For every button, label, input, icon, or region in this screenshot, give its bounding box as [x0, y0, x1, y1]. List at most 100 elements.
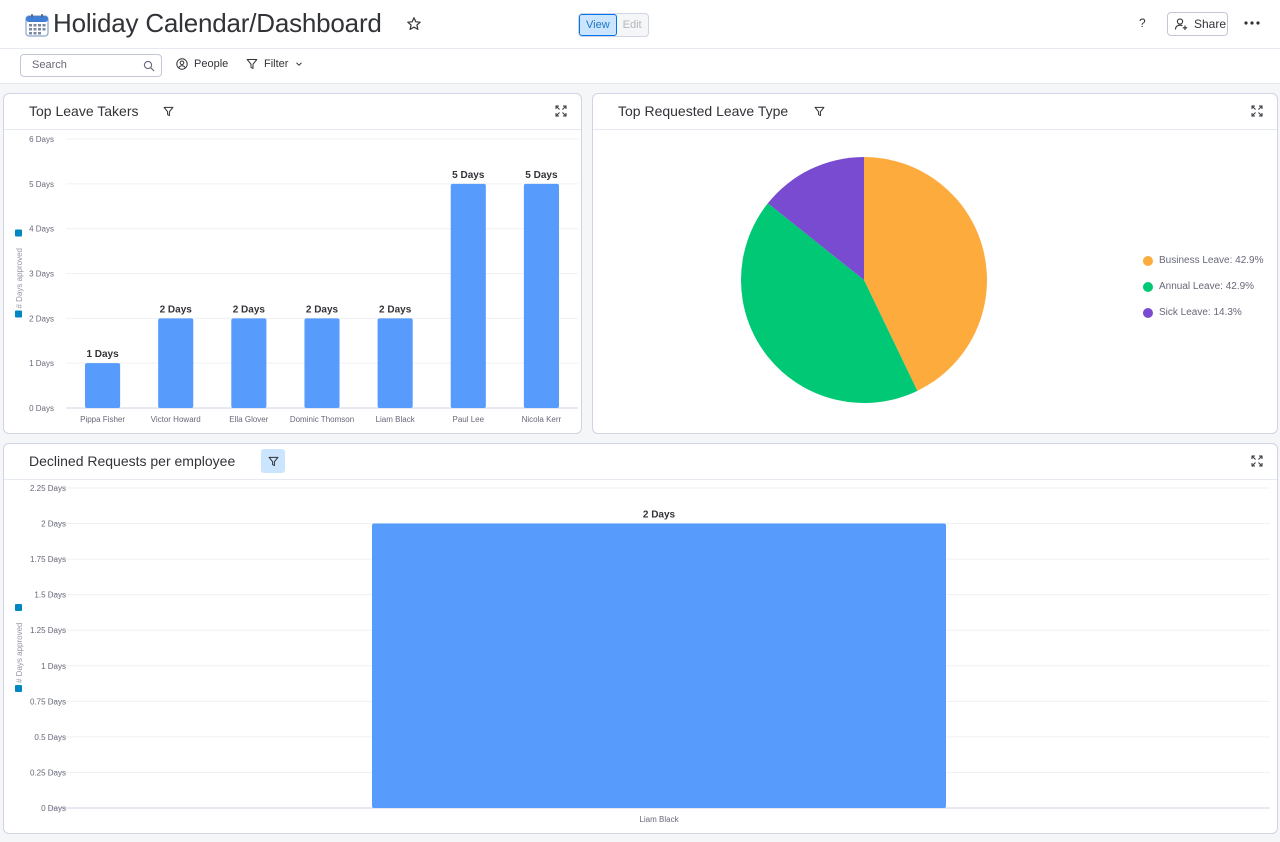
- widget-header: Top Leave Takers: [4, 94, 581, 130]
- legend-swatch: [1143, 255, 1153, 266]
- legend-item[interactable]: Annual Leave: 42.9%: [1143, 281, 1254, 292]
- widget-filter-button[interactable]: [810, 102, 828, 120]
- filter-label: Filter: [264, 58, 289, 70]
- bar-data-label: 1 Days: [86, 349, 119, 360]
- y-tick-label: 5 Days: [29, 180, 54, 189]
- bar: [158, 318, 194, 408]
- widget-header: Top Requested Leave Type: [593, 94, 1277, 130]
- help-button[interactable]: ?: [1139, 16, 1146, 30]
- y-tick-label: 2 Days: [29, 314, 54, 323]
- x-category-label: Liam Black: [639, 815, 679, 824]
- bar: [85, 363, 121, 408]
- board-toolbar: People Filter: [0, 49, 1280, 84]
- bar-data-label: 2 Days: [160, 304, 193, 315]
- x-category-label: Pippa Fisher: [80, 415, 125, 424]
- x-category-label: Paul Lee: [452, 415, 484, 424]
- x-category-label: Dominic Thomson: [290, 415, 354, 424]
- mirror-column-icon: [15, 229, 22, 237]
- search-icon[interactable]: [143, 60, 155, 72]
- share-button[interactable]: Share: [1167, 12, 1228, 36]
- y-tick-label: 0 Days: [29, 404, 54, 413]
- widget-title: Top Leave Takers: [29, 103, 139, 119]
- legend-item[interactable]: Business Leave: 42.9%: [1143, 255, 1264, 266]
- widget-title: Top Requested Leave Type: [618, 103, 789, 119]
- bar-data-label: 2 Days: [379, 304, 412, 315]
- top-leave-takers-widget: Top Leave Takers 0 Days 1 Days 2 Days 3 Day…: [3, 93, 582, 434]
- bar: [372, 523, 946, 808]
- expand-icon[interactable]: [1251, 455, 1263, 467]
- bar-data-label: 2 Days: [233, 304, 266, 315]
- star-icon[interactable]: [406, 16, 422, 32]
- y-tick-label: 3 Days: [29, 270, 54, 279]
- declined-requests-widget: Declined Requests per employee 0 Days 0.2…: [3, 443, 1278, 834]
- declined-requests-chart: 0 Days 0.25 Days 0.5 Days 0.75 Days 1 Days 1.…: [15, 484, 1270, 824]
- calendar-icon: [25, 14, 49, 37]
- board-header: Holiday Calendar/Dashboard View Edit ? S…: [0, 0, 1280, 49]
- bar-data-label: 5 Days: [525, 170, 558, 181]
- search-input[interactable]: [32, 59, 137, 71]
- y-tick-label: 0.5 Days: [34, 733, 66, 742]
- top-leave-takers-chart: 0 Days 1 Days 2 Days 3 Days 4 Days 5 Days 6 Da…: [15, 135, 578, 424]
- mirror-column-icon: [15, 604, 22, 611]
- legend-label: Annual Leave: 42.9%: [1159, 281, 1255, 292]
- x-category-label: Victor Howard: [151, 415, 201, 424]
- x-category-label: Nicola Kerr: [522, 415, 562, 424]
- bar: [231, 318, 267, 408]
- filter-icon: [814, 106, 824, 116]
- y-tick-label: 1.75 Days: [30, 555, 66, 564]
- chevron-down-icon: [296, 62, 303, 66]
- view-mode-button[interactable]: View: [579, 14, 617, 36]
- y-tick-label: 4 Days: [29, 225, 54, 234]
- filter-icon: [163, 106, 173, 116]
- y-tick-label: 1 Days: [29, 359, 54, 368]
- bar: [450, 183, 486, 408]
- widget-filter-button[interactable]: [159, 102, 177, 120]
- bar: [304, 318, 340, 408]
- filter-button[interactable]: Filter: [246, 58, 304, 70]
- view-edit-toggle: View Edit: [578, 13, 649, 37]
- filter-icon: [246, 59, 258, 69]
- y-tick-label: 2 Days: [41, 520, 66, 529]
- y-tick-label: 0.75 Days: [30, 697, 66, 706]
- mirror-column-icon: [15, 310, 22, 318]
- y-tick-label: 1 Days: [41, 662, 66, 671]
- y-tick-label: 1.25 Days: [30, 626, 66, 635]
- more-options-icon[interactable]: [1243, 14, 1261, 32]
- mirror-column-icon: [15, 685, 22, 692]
- x-category-label: Liam Black: [376, 415, 416, 424]
- y-axis-title-group: # Days approved: [15, 229, 24, 318]
- legend-swatch: [1143, 281, 1153, 292]
- filter-icon: [268, 456, 278, 466]
- y-tick-label: 0.25 Days: [30, 768, 66, 777]
- bar: [377, 318, 413, 408]
- y-axis-label: # Days approved: [15, 248, 24, 308]
- y-axis-title-group: # Days approved: [15, 604, 24, 692]
- bar-data-label: 2 Days: [643, 510, 676, 521]
- share-label: Share: [1194, 17, 1227, 31]
- x-category-label: Ella Glover: [229, 415, 268, 424]
- top-leave-type-widget: Top Requested Leave Type Business Leave:…: [592, 93, 1278, 434]
- person-circle-icon: [176, 58, 188, 70]
- add-person-icon: [1174, 18, 1188, 30]
- legend-swatch: [1143, 307, 1153, 318]
- expand-icon[interactable]: [1251, 105, 1263, 117]
- legend-label: Sick Leave: 14.3%: [1159, 307, 1242, 318]
- widget-title: Declined Requests per employee: [29, 453, 236, 469]
- bar: [523, 183, 559, 408]
- legend-item[interactable]: Sick Leave: 14.3%: [1143, 307, 1242, 318]
- edit-mode-button[interactable]: Edit: [617, 14, 648, 36]
- search-box: [20, 54, 162, 77]
- expand-icon[interactable]: [555, 105, 567, 117]
- people-filter-button[interactable]: People: [176, 58, 228, 70]
- board-title[interactable]: Holiday Calendar/Dashboard: [53, 8, 382, 39]
- y-tick-label: 2.25 Days: [30, 484, 66, 493]
- y-tick-label: 6 Days: [29, 135, 54, 144]
- widget-header: Declined Requests per employee: [4, 444, 1277, 480]
- y-tick-label: 1.5 Days: [34, 591, 66, 600]
- legend-label: Business Leave: 42.9%: [1159, 255, 1264, 266]
- y-tick-label: 0 Days: [41, 804, 66, 813]
- people-label: People: [194, 58, 229, 70]
- widget-filter-button[interactable]: [261, 449, 285, 473]
- bar-data-label: 2 Days: [306, 304, 339, 315]
- y-axis-label: # Days approved: [15, 623, 24, 683]
